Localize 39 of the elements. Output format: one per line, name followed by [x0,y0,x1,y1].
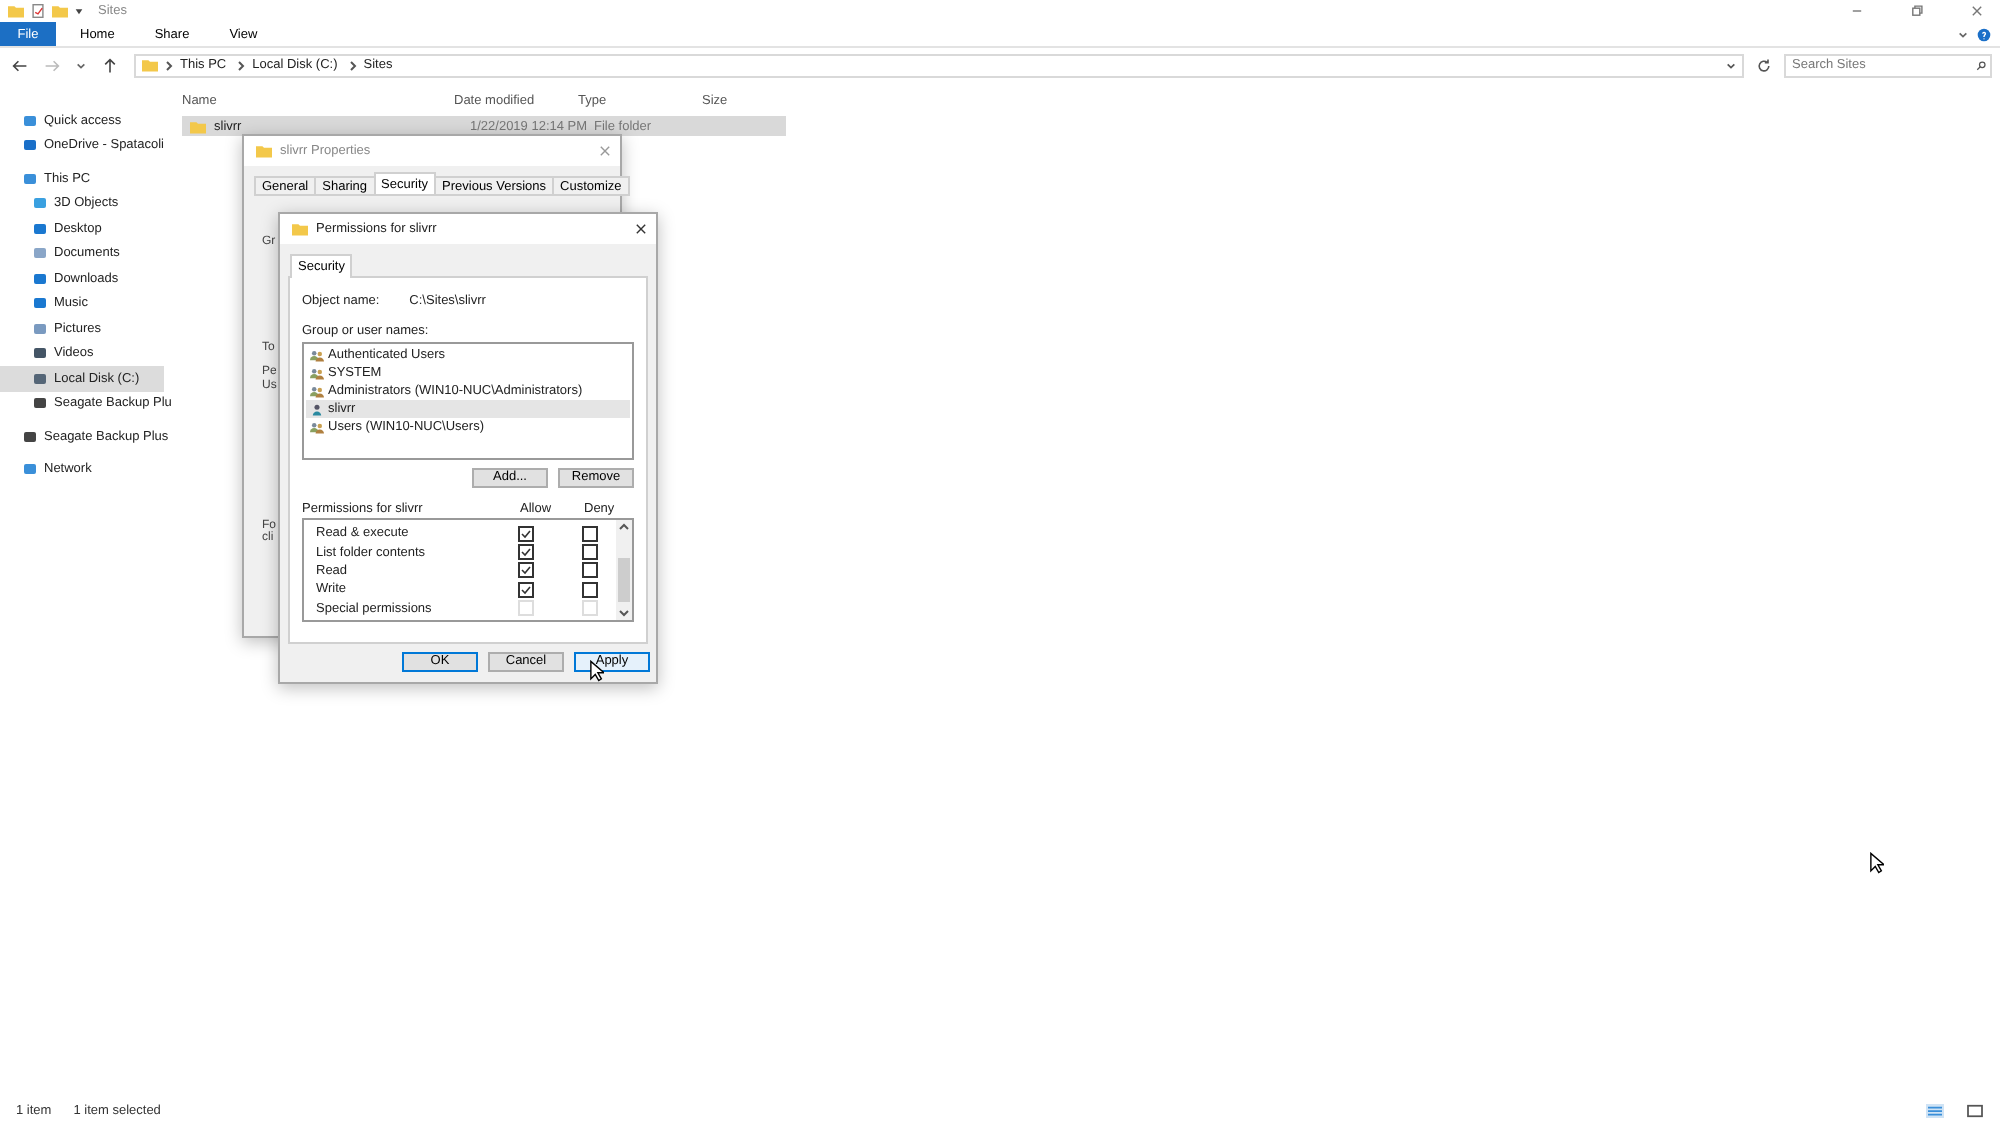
users-icon [310,349,324,361]
search-icon [1976,59,1986,71]
chevron-icon[interactable] [1958,29,1968,39]
folder-icon [142,58,158,72]
folder-icon [8,4,24,18]
close-icon[interactable] [634,222,648,236]
scroll-up-icon[interactable] [618,522,630,532]
checkbox[interactable] [518,581,534,598]
checkbox[interactable] [582,544,598,561]
checkbox[interactable] [518,562,534,579]
details-view-icon[interactable] [1926,1104,1944,1118]
mouse-pointer-icon [1870,852,1884,874]
dropdown-icon[interactable] [74,6,84,16]
chevron-icon [236,59,247,71]
users-icon [310,385,324,397]
scrollbar[interactable] [616,520,632,620]
checkbox[interactable] [582,525,598,542]
users-icon [310,367,324,379]
dropdown-icon[interactable] [1726,59,1736,71]
checkbox[interactable] [582,581,598,598]
restore-icon[interactable] [1910,4,1924,18]
folder-icon [256,144,272,158]
user-icon [310,403,324,415]
refresh-icon[interactable] [1756,57,1772,73]
checkbox[interactable] [518,525,534,542]
up-icon[interactable] [102,57,118,73]
large-icons-view-icon[interactable] [1966,1104,1984,1118]
scroll-down-icon[interactable] [618,608,630,618]
users-icon [310,421,324,433]
document-icon[interactable] [30,4,46,18]
folder-icon [190,119,206,133]
chevron-icon [164,59,174,71]
minimize-icon[interactable] [1850,4,1864,18]
back-icon[interactable] [12,57,28,73]
help-icon[interactable] [1976,27,1992,41]
checkbox[interactable] [582,562,598,579]
chevron-icon [347,59,358,71]
checkbox[interactable] [518,544,534,561]
folder-icon [292,222,308,236]
